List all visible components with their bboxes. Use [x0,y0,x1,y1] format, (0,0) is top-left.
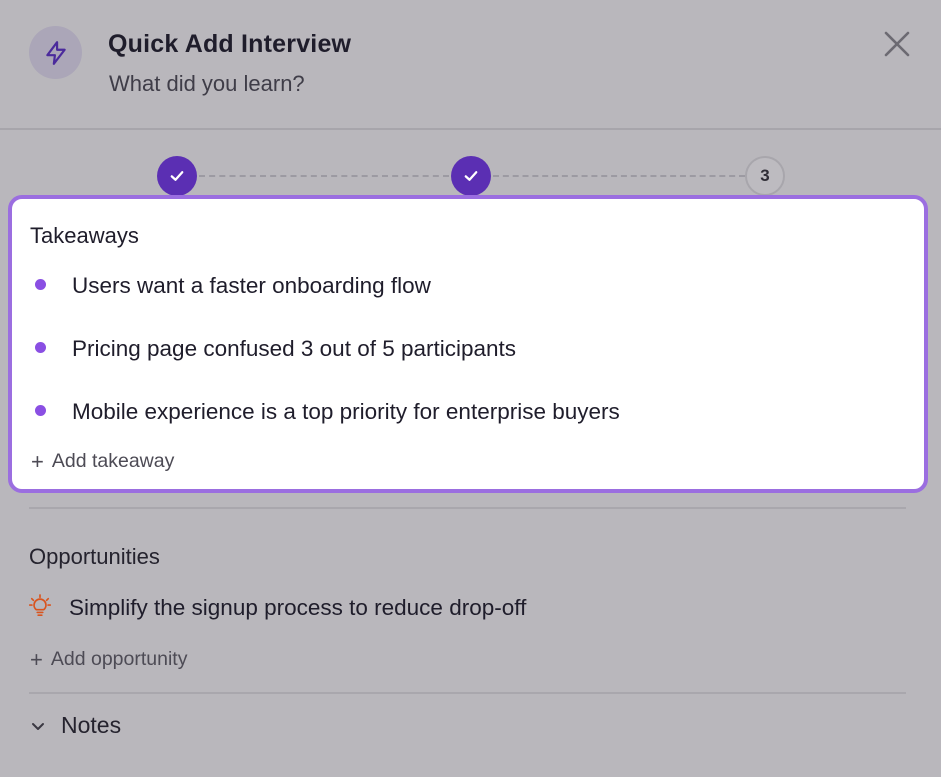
takeaways-title: Takeaways [30,223,139,248]
step-number: 3 [760,166,770,185]
takeaway-text: Users want a faster onboarding flow [72,273,431,298]
step-1-complete[interactable] [157,156,197,196]
step-3-current[interactable]: 3 [745,156,785,196]
check-icon [170,171,184,181]
lightning-icon [29,26,82,79]
modal-title: Quick Add Interview [108,30,352,58]
takeaway-text: Pricing page confused 3 out of 5 partici… [72,336,517,361]
opportunity-text: Simplify the signup process to reduce dr… [69,595,527,620]
step-connector [493,175,745,177]
step-2-complete[interactable] [451,156,491,196]
bullet-icon [35,405,46,416]
close-button[interactable] [879,26,915,62]
bullet-icon [35,342,46,353]
chevron-down-icon [32,722,44,730]
takeaway-item[interactable]: Mobile experience is a top priority for … [30,399,910,429]
section-divider [29,692,906,694]
add-opportunity-button[interactable]: + Add opportunity [30,648,187,671]
modal-subtitle: What did you learn? [109,71,305,96]
modal-header: Quick Add Interview What did you learn? [0,0,941,130]
step-connector [199,175,449,177]
section-divider [29,507,906,509]
add-takeaway-label: Add takeaway [51,450,175,472]
takeaway-item[interactable]: Users want a faster onboarding flow [30,273,910,303]
opportunity-item[interactable]: Simplify the signup process to reduce dr… [29,594,899,624]
takeaway-item[interactable]: Pricing page confused 3 out of 5 partici… [30,336,910,366]
bullet-icon [35,279,46,290]
add-takeaway-button[interactable]: + Add takeaway [31,450,174,473]
takeaways-card: Takeaways Users want a faster onboarding… [8,195,928,493]
lightbulb-icon [29,594,51,616]
takeaway-text: Mobile experience is a top priority for … [72,399,620,424]
notes-label: Notes [61,712,122,738]
notes-toggle[interactable]: Notes [29,712,121,739]
close-icon [884,31,910,57]
plus-icon: + [31,448,44,474]
check-icon [464,171,478,181]
progress-stepper: 3 [0,150,941,200]
opportunities-title: Opportunities [29,544,160,569]
plus-icon: + [30,646,43,672]
quick-add-interview-modal: Quick Add Interview What did you learn? … [0,0,941,777]
add-opportunity-label: Add opportunity [50,648,188,670]
